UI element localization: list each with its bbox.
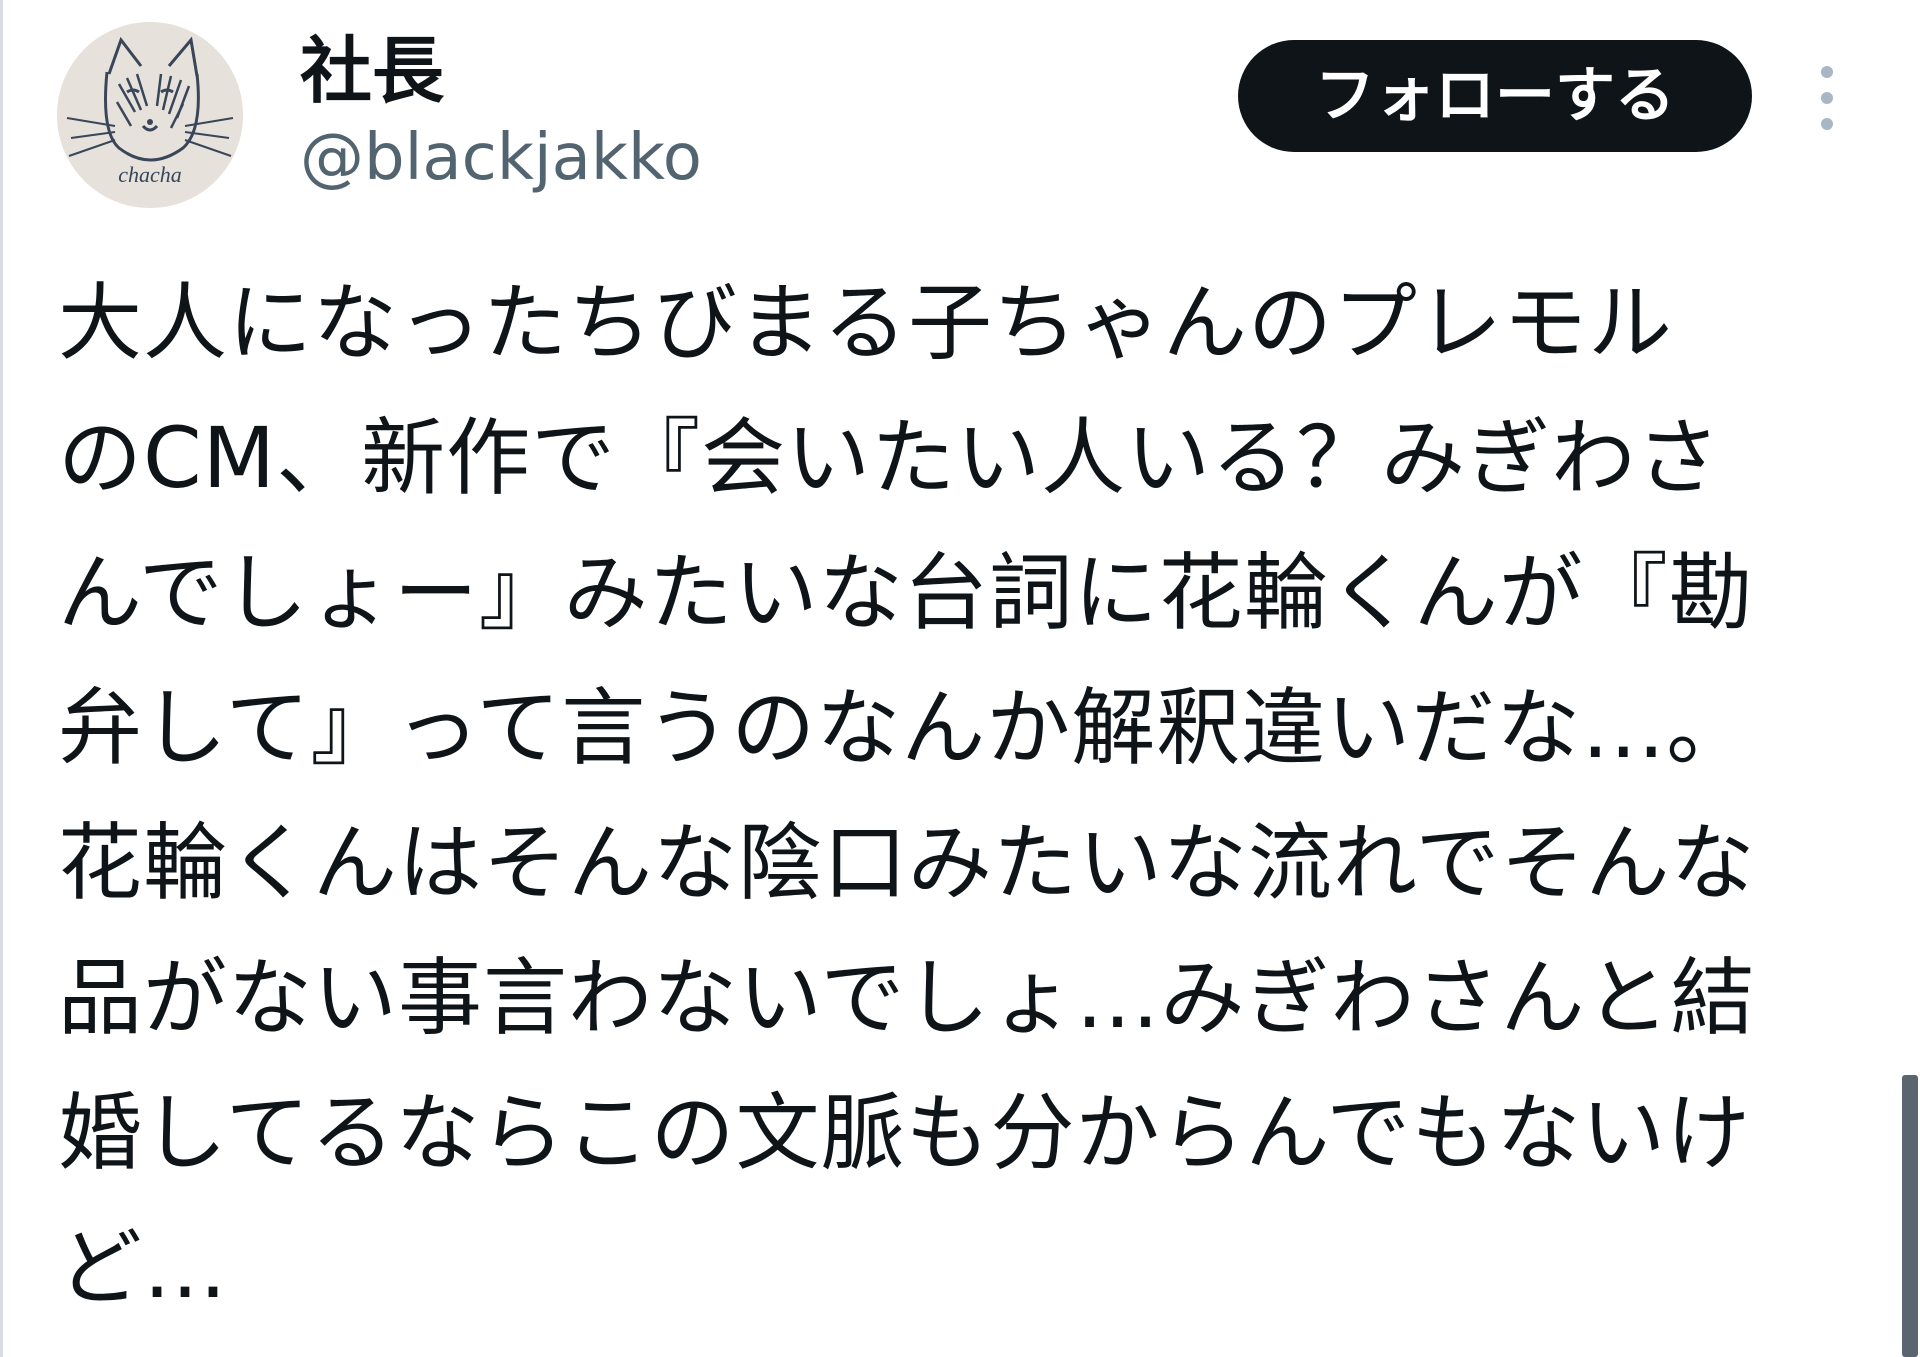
tweet-line: 花輪くんはそんな陰口みたいな流れでそんな [58, 814, 1756, 912]
more-button[interactable] [1800, 56, 1854, 140]
display-name[interactable]: 社長 [300, 26, 444, 116]
tweet-line: 弁して』って言うのなんか解釈違いだな…。 [58, 679, 1752, 777]
scrollbar-thumb[interactable] [1902, 1075, 1918, 1357]
avatar-name: chacha [118, 162, 182, 187]
tweet-line: のCM、新作で『会いたい人いる？みぎわさ [58, 409, 1722, 507]
avatar[interactable]: chacha [57, 22, 243, 208]
tweet-card: chacha 社長 @blackjakko フォローする 大人になったちびまる子… [0, 0, 1920, 1357]
tweet-text: 大人になったちびまる子ちゃんのプレモル のCM、新作で『会いたい人いる？みぎわさ… [58, 256, 1848, 1336]
user-handle[interactable]: @blackjakko [300, 116, 702, 200]
tweet-line: んでしょー』みたいな台詞に花輪くんが『勘 [58, 544, 1754, 642]
cat-drawing-icon: chacha [57, 22, 243, 208]
tweet-line: 婚してるならこの文脈も分からんでもないけ [58, 1084, 1752, 1182]
tweet-line: 大人になったちびまる子ちゃんのプレモル [58, 274, 1674, 372]
more-vertical-icon [1821, 66, 1833, 130]
panel-edge [0, 0, 3, 1357]
tweet-line: ど… [58, 1219, 229, 1317]
follow-button[interactable]: フォローする [1238, 40, 1752, 152]
tweet-line: 品がない事言わないでしょ…みぎわさんと結 [58, 949, 1756, 1047]
